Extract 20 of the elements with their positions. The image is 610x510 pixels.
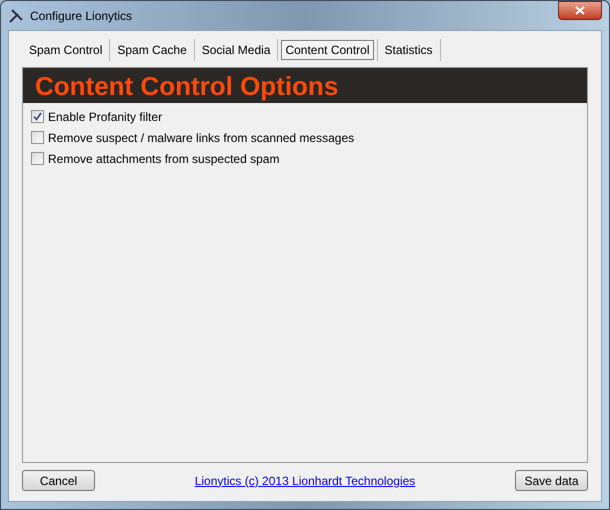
checkbox[interactable] — [31, 152, 44, 165]
option-label: Enable Profanity filter — [48, 108, 162, 126]
cancel-button[interactable]: Cancel — [22, 470, 95, 491]
check-icon — [33, 112, 42, 121]
checkbox[interactable] — [31, 110, 44, 123]
tab[interactable]: Social Media — [198, 40, 274, 60]
checkbox[interactable] — [31, 131, 44, 144]
tab[interactable]: Spam Cache — [113, 40, 191, 60]
tab[interactable]: Statistics — [380, 40, 437, 60]
tab[interactable]: Content Control — [281, 40, 374, 60]
option-label: Remove attachments from suspected spam — [48, 150, 280, 168]
close-button[interactable] — [558, 1, 602, 20]
tools-icon — [8, 8, 24, 24]
panel-heading: Content Control Options — [35, 72, 338, 98]
close-icon — [575, 6, 585, 15]
option-label: Remove suspect / malware links from scanned messages — [48, 130, 354, 146]
copyright-link[interactable]: Lionytics (c) 2013 Lionhardt Technologies — [194, 472, 416, 490]
save-button[interactable]: Save data — [515, 470, 588, 491]
tab[interactable]: Spam Control — [25, 40, 106, 60]
window-title: Configure Lionytics — [30, 8, 132, 24]
